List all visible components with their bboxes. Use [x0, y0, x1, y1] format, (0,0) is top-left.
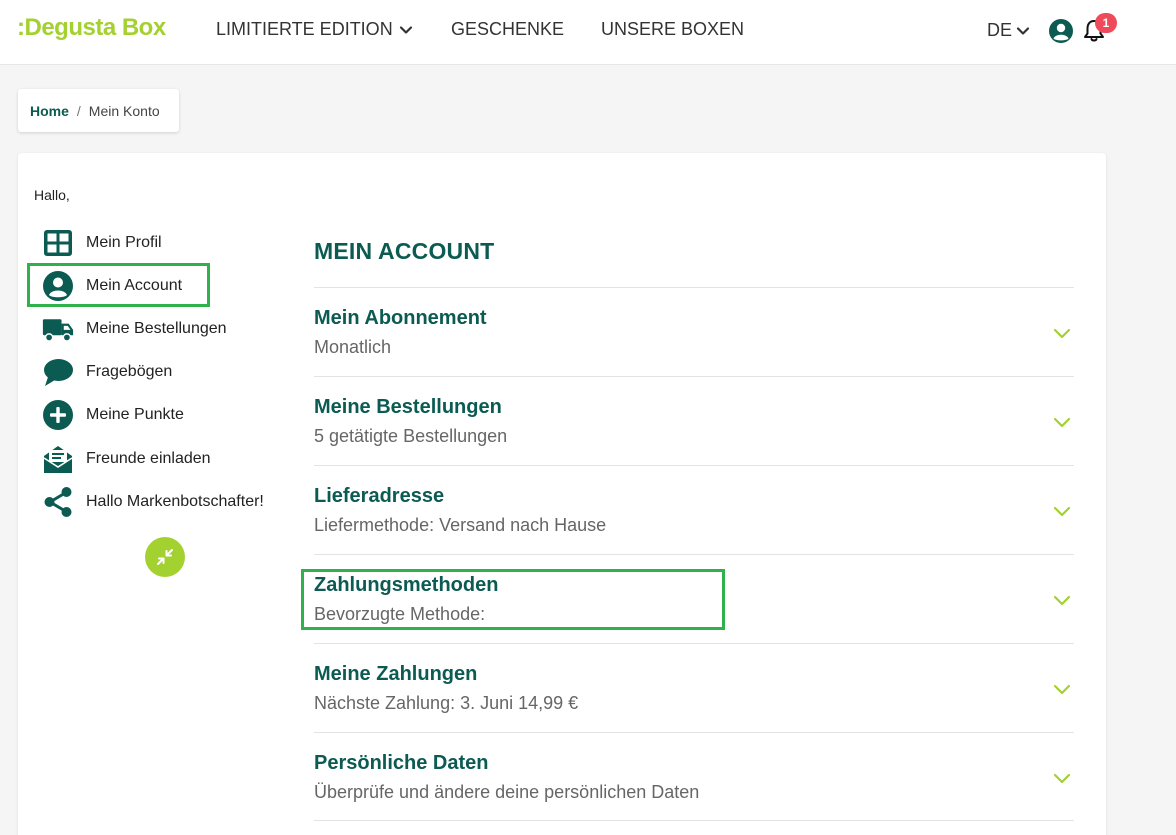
- user-account-icon[interactable]: [1048, 18, 1074, 44]
- sidebar-item-label: Fragebögen: [86, 363, 173, 380]
- chevron-down-icon: [1053, 773, 1071, 784]
- nav-limitierte-edition-label: LIMITIERTE EDITION: [216, 19, 393, 39]
- truck-icon: [42, 319, 74, 342]
- sidebar-item-markenbotschafter[interactable]: Hallo Markenbotschafter!: [42, 486, 264, 518]
- accordion-divider: [314, 820, 1074, 821]
- accordion-row-abonnement[interactable]: Mein Abonnement Monatlich: [314, 287, 1074, 376]
- collapse-sidebar-button[interactable]: [145, 537, 185, 577]
- nav-limitierte-edition[interactable]: LIMITIERTE EDITION: [216, 19, 413, 40]
- accordion-title: Meine Bestellungen: [314, 396, 502, 418]
- nav-geschenke[interactable]: GESCHENKE: [451, 19, 564, 40]
- page-title: MEIN ACCOUNT: [314, 238, 495, 264]
- sidebar-item-meine-punkte[interactable]: Meine Punkte: [42, 399, 184, 431]
- account-card: Hallo, Mein Profil Mein Account Meine Be…: [18, 153, 1106, 835]
- sidebar-item-mein-account[interactable]: Mein Account: [42, 270, 182, 302]
- chevron-down-icon: [1053, 684, 1071, 695]
- degusta-box-logo[interactable]: :Degusta Box: [17, 14, 166, 42]
- language-selector[interactable]: DE: [987, 20, 1030, 41]
- breadcrumb-home-link[interactable]: Home: [30, 103, 69, 119]
- compress-arrows-icon: [157, 549, 173, 565]
- plus-circle-icon: [43, 400, 73, 430]
- user-circle-icon: [43, 271, 73, 301]
- accordion-subtitle: 5 getätigte Bestellungen: [314, 426, 508, 446]
- grid-icon: [44, 230, 72, 256]
- nav-unsere-boxen-label: UNSERE BOXEN: [601, 19, 745, 39]
- sidebar-item-label: Meine Punkte: [86, 406, 184, 423]
- accordion-title: Mein Abonnement: [314, 307, 487, 329]
- accordion-title: Meine Zahlungen: [314, 663, 478, 685]
- accordion-title: Zahlungsmethoden: [314, 574, 499, 596]
- top-navigation-bar: :Degusta Box LIMITIERTE EDITION GESCHENK…: [0, 0, 1176, 65]
- sidebar-item-mein-profil[interactable]: Mein Profil: [42, 227, 162, 259]
- accordion-row-persoenliche-daten[interactable]: Persönliche Daten Überprüfe und ändere d…: [314, 732, 1074, 821]
- breadcrumb: Home / Mein Konto: [18, 89, 179, 132]
- accordion-title: Persönliche Daten: [314, 752, 489, 774]
- accordion-subtitle: Monatlich: [314, 337, 392, 357]
- chevron-down-icon: [1053, 417, 1071, 428]
- sidebar-item-label: Mein Account: [86, 277, 183, 294]
- greeting-text: Hallo,: [34, 187, 70, 203]
- sidebar-item-freunde-einladen[interactable]: Freunde einladen: [42, 443, 211, 475]
- sidebar-item-label: Meine Bestellungen: [86, 320, 227, 337]
- sidebar-item-label: Mein Profil: [86, 234, 162, 251]
- chevron-down-icon: [1053, 328, 1071, 339]
- breadcrumb-separator: /: [76, 102, 81, 119]
- chevron-down-icon: [1016, 26, 1030, 35]
- sidebar-item-frageboegen[interactable]: Fragebögen: [42, 356, 172, 388]
- chevron-down-icon: [1053, 506, 1071, 517]
- share-icon: [44, 487, 72, 517]
- accordion-title: Lieferadresse: [314, 485, 445, 507]
- accordion-subtitle: Nächste Zahlung: 3. Juni 14,99 €: [314, 693, 579, 713]
- language-label: DE: [987, 20, 1013, 40]
- chat-bubble-icon: [44, 359, 73, 386]
- chevron-down-icon: [1053, 595, 1071, 606]
- accordion-row-bestellungen[interactable]: Meine Bestellungen 5 getätigte Bestellun…: [314, 376, 1074, 465]
- breadcrumb-current: Mein Konto: [88, 102, 160, 119]
- accordion-subtitle: Liefermethode: Versand nach Hause: [314, 515, 607, 535]
- accordion-row-zahlungsmethoden[interactable]: Zahlungsmethoden Bevorzugte Methode:: [314, 554, 1074, 643]
- sidebar-item-label: Hallo Markenbotschafter!: [86, 493, 264, 510]
- nav-unsere-boxen[interactable]: UNSERE BOXEN: [601, 19, 744, 40]
- accordion-row-zahlungen[interactable]: Meine Zahlungen Nächste Zahlung: 3. Juni…: [314, 643, 1074, 732]
- accordion-subtitle: Überprüfe und ändere deine persönlichen …: [314, 782, 700, 802]
- accordion-row-lieferadresse[interactable]: Lieferadresse Liefermethode: Versand nac…: [314, 465, 1074, 554]
- nav-geschenke-label: GESCHENKE: [451, 19, 565, 39]
- notification-badge: 1: [1095, 13, 1117, 33]
- sidebar-item-label: Freunde einladen: [86, 450, 211, 467]
- sidebar-item-meine-bestellungen[interactable]: Meine Bestellungen: [42, 313, 227, 345]
- envelope-icon: [43, 446, 73, 473]
- chevron-down-icon: [399, 25, 412, 34]
- accordion-subtitle: Bevorzugte Methode:: [314, 604, 486, 624]
